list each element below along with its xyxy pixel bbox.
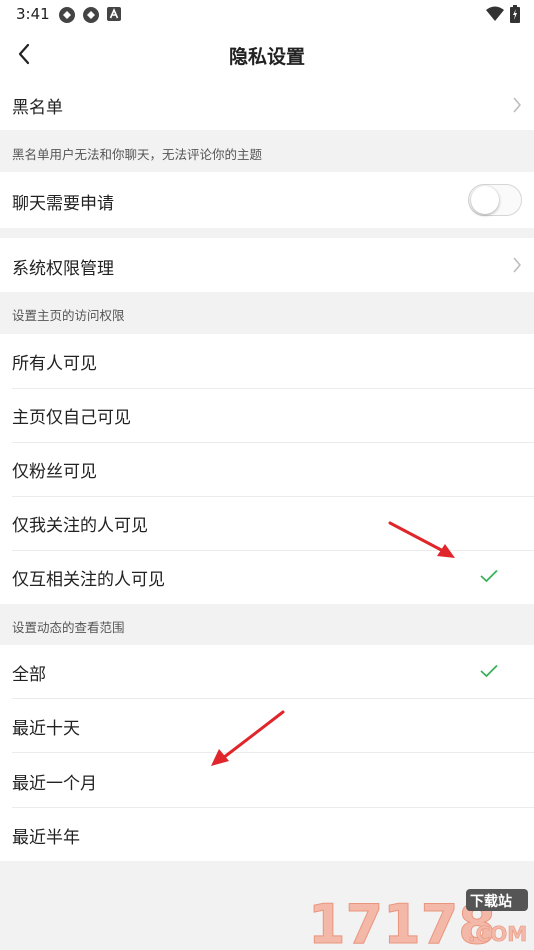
annotation-arrow-icon (211, 710, 285, 766)
chat-request-row: 聊天需要申请 (0, 172, 534, 228)
watermark-logo: 17178 下载站 .COM (308, 889, 528, 950)
svg-text:.COM: .COM (468, 922, 527, 946)
feed-option-all[interactable]: 全部 (0, 645, 534, 698)
chat-request-label: 聊天需要申请 (12, 194, 114, 214)
blacklist-label: 黑名单 (12, 98, 63, 118)
blacklist-row[interactable]: 黑名单 (0, 80, 534, 130)
battery-icon (510, 5, 520, 23)
page-title: 隐私设置 (228, 46, 305, 68)
option-label: 全部 (12, 665, 46, 685)
feed-range-note: 设置动态的查看范围 (12, 620, 125, 635)
status-bar: 3:41 (0, 0, 534, 30)
homepage-access-note: 设置主页的访问权限 (12, 308, 125, 323)
checkmark-icon (480, 569, 498, 583)
checkmark-icon (480, 664, 498, 678)
homepage-option-self-only[interactable]: 主页仅自己可见 (0, 389, 534, 442)
wifi-icon (486, 6, 504, 21)
homepage-option-fans-only[interactable]: 仅粉丝可见 (0, 443, 534, 496)
option-label: 仅粉丝可见 (12, 462, 97, 482)
chevron-right-icon (513, 97, 521, 113)
option-label: 主页仅自己可见 (12, 408, 131, 428)
notification-a-icon (107, 7, 121, 21)
system-permissions-row[interactable]: 系统权限管理 (0, 238, 534, 292)
notification-app-icon (59, 7, 75, 23)
option-label: 所有人可见 (12, 354, 97, 374)
header: 隐私设置 (0, 30, 534, 80)
svg-text:下载站: 下载站 (470, 893, 512, 910)
toggle-knob (471, 186, 499, 214)
option-label: 仅我关注的人可见 (12, 516, 148, 536)
option-label: 最近半年 (12, 828, 80, 848)
option-label: 最近一个月 (12, 774, 97, 794)
system-permissions-label: 系统权限管理 (12, 259, 114, 279)
feed-option-half-year[interactable]: 最近半年 (0, 808, 534, 861)
homepage-option-all[interactable]: 所有人可见 (0, 334, 534, 388)
status-time: 3:41 (16, 5, 50, 23)
option-label: 最近十天 (12, 719, 80, 739)
option-label: 仅互相关注的人可见 (12, 570, 165, 590)
homepage-access-list: 所有人可见 主页仅自己可见 仅粉丝可见 仅我关注的人可见 仅互相关注的人可见 (0, 334, 534, 604)
notification-icons (58, 6, 122, 24)
blacklist-note: 黑名单用户无法和你聊天，无法评论你的主题 (12, 147, 263, 162)
notification-app-icon (83, 7, 99, 23)
annotation-arrow-icon (388, 521, 455, 558)
chat-request-toggle[interactable] (468, 184, 522, 216)
chevron-right-icon (513, 257, 521, 273)
status-right (486, 5, 520, 23)
